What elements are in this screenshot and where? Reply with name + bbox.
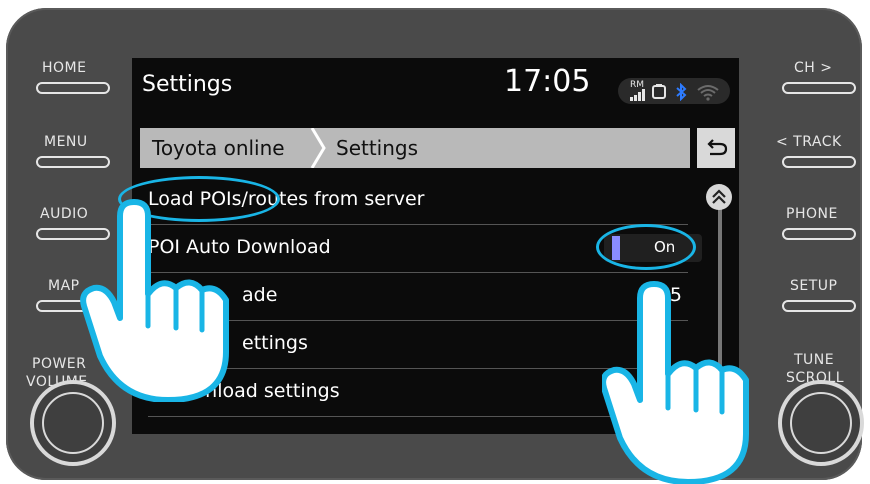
ch-button[interactable] xyxy=(782,82,856,94)
back-arrow-icon xyxy=(707,139,728,156)
battery-icon xyxy=(652,84,666,99)
phone-button[interactable] xyxy=(782,228,856,240)
tune-scroll-knob[interactable] xyxy=(778,380,864,466)
map-label: MAP xyxy=(48,278,80,294)
top-bar: Settings 17:05 RM xyxy=(132,58,739,118)
breadcrumb-separator-icon xyxy=(310,128,326,168)
tune-scroll-knob-inner xyxy=(790,392,852,454)
signal-icon xyxy=(630,89,645,101)
pointing-hand-icon-right xyxy=(602,281,749,484)
phone-label: PHONE xyxy=(786,206,838,222)
status-area: RM xyxy=(618,78,730,104)
home-button[interactable] xyxy=(36,82,110,94)
tune-label: TUNE xyxy=(794,352,835,368)
page-title: Settings xyxy=(142,72,233,97)
pointing-hand-icon-left xyxy=(80,199,229,402)
wifi-icon xyxy=(697,85,719,101)
power-label: POWER xyxy=(32,356,87,372)
breadcrumb-item-toyota-online[interactable]: Toyota online xyxy=(152,136,285,160)
clock: 17:05 xyxy=(504,64,591,99)
track-label: < TRACK xyxy=(776,134,842,150)
ch-label: CH > xyxy=(794,60,833,76)
menu-label: MENU xyxy=(44,134,88,150)
highlight-ring-toggle xyxy=(596,224,696,270)
list-item-label: ade xyxy=(242,284,278,306)
menu-button[interactable] xyxy=(36,156,110,168)
back-button[interactable] xyxy=(697,128,735,168)
breadcrumb: Toyota online Settings xyxy=(140,128,690,168)
setup-label: SETUP xyxy=(790,278,838,294)
track-button[interactable] xyxy=(782,156,856,168)
bluetooth-icon xyxy=(676,83,687,101)
breadcrumb-item-settings: Settings xyxy=(336,136,419,160)
setup-button[interactable] xyxy=(782,300,856,312)
scroll-up-button[interactable] xyxy=(706,184,732,210)
home-label: HOME xyxy=(42,60,87,76)
list-item-label: ettings xyxy=(242,332,308,354)
double-chevron-up-icon xyxy=(712,189,726,204)
